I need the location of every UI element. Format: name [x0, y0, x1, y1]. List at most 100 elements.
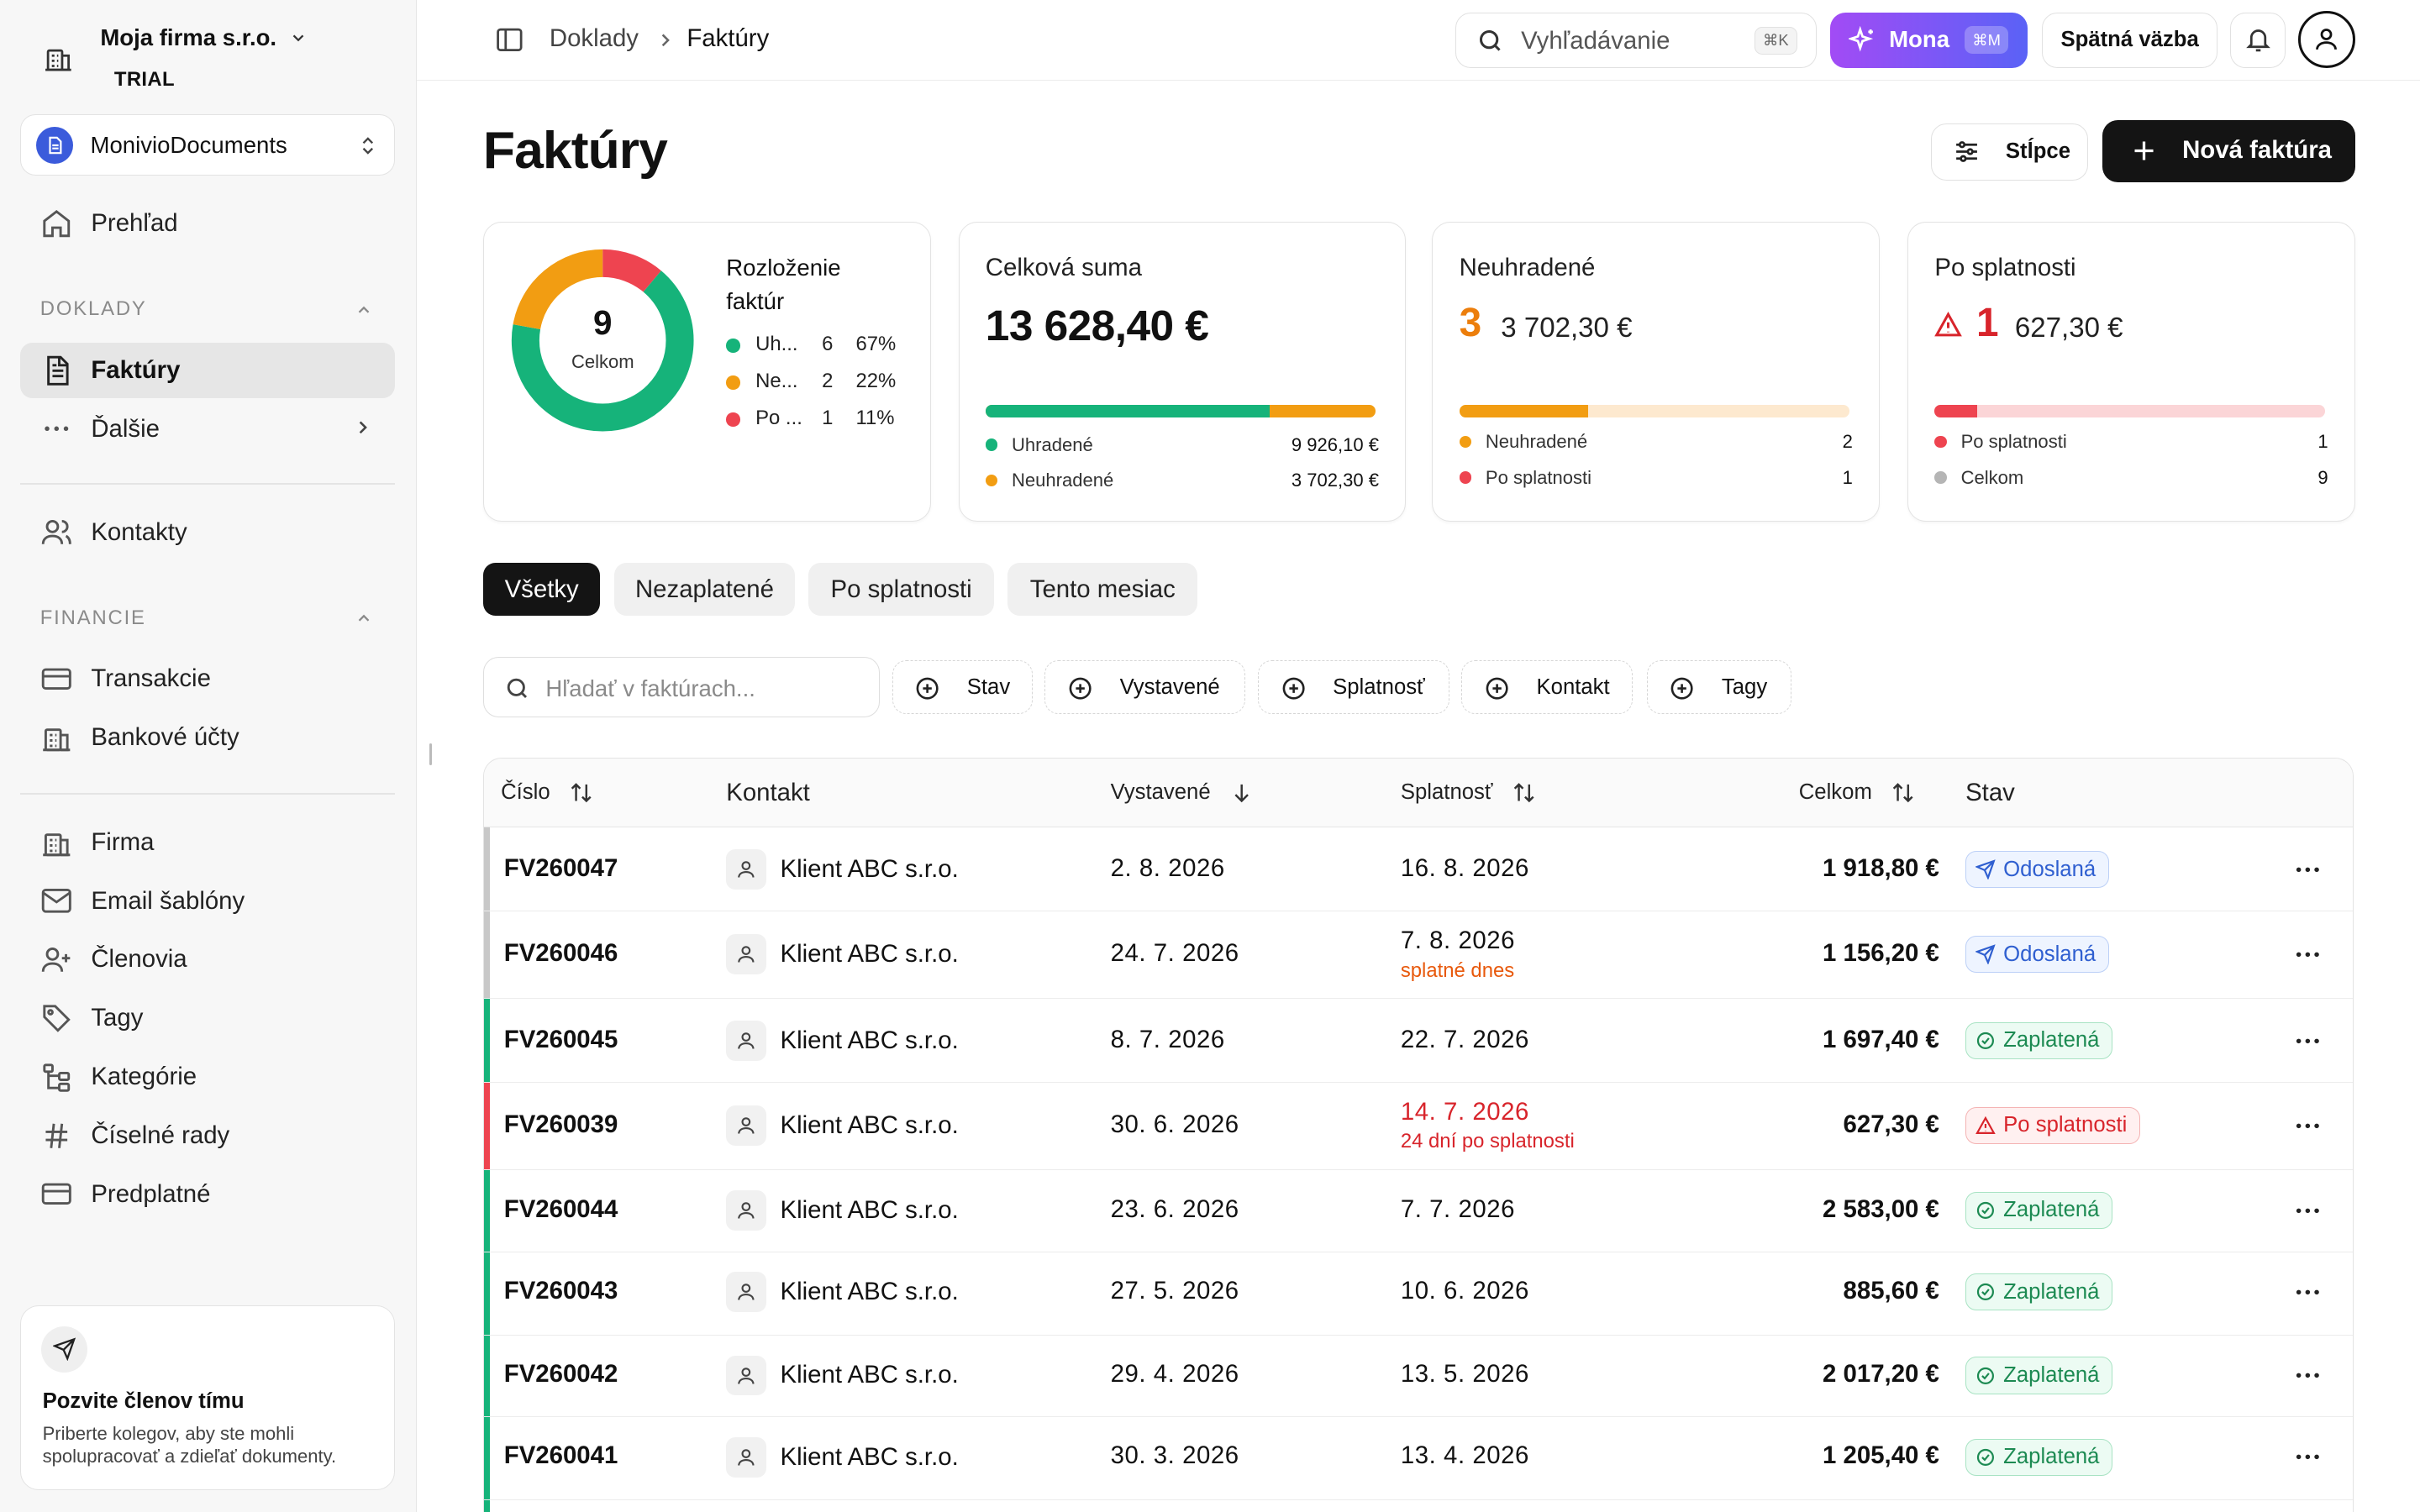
breadcrumb-doklady[interactable]: Doklady — [550, 24, 639, 53]
tab-unpaid[interactable]: Nezaplatené — [614, 563, 795, 616]
more-icon[interactable] — [2292, 1360, 2323, 1391]
more-icon[interactable] — [2292, 1195, 2323, 1226]
table-row[interactable]: FV260042 Klient ABC s.r.o. 29. 4. 2026 1… — [483, 1335, 2353, 1418]
sidebar-resize-handle[interactable] — [429, 743, 433, 765]
sidebar-item-members[interactable]: Členovia — [20, 932, 395, 987]
status-badge: Zaplatená — [1965, 1191, 2113, 1229]
mona-ai-button[interactable]: Mona ⌘M — [1830, 12, 2028, 68]
tab-overdue[interactable]: Po splatnosti — [808, 563, 994, 616]
th-status[interactable]: Stav — [1965, 779, 2015, 807]
invoice-contact[interactable]: Klient ABC s.r.o. — [726, 1355, 959, 1396]
invoice-contact[interactable]: Klient ABC s.r.o. — [726, 934, 959, 974]
filter-label: Vystavené — [1119, 675, 1220, 699]
th-contact[interactable]: Kontakt — [726, 779, 810, 807]
invoice-contact[interactable]: Klient ABC s.r.o. — [726, 1190, 959, 1231]
sidebar-item-invoices[interactable]: Faktúry — [19, 342, 396, 398]
company-switcher[interactable]: Moja firma s.r.o. TRIAL — [22, 15, 392, 96]
sidebar-item-email-templates[interactable]: Email šablóny — [20, 874, 395, 929]
invoice-search-input[interactable]: Hľadať v faktúrach... — [482, 657, 880, 718]
sidebar-item-number-series[interactable]: Číselné rady — [20, 1108, 395, 1163]
table-row[interactable]: FV260045 Klient ABC s.r.o. 8. 7. 2026 22… — [483, 999, 2353, 1083]
filter-status-button[interactable]: Stav — [892, 660, 1033, 715]
tab-all[interactable]: Všetky — [482, 563, 601, 616]
distribution-card: 9 Celkom Rozloženie faktúr Uh... 6 67% N… — [482, 222, 931, 522]
send-icon — [40, 1326, 87, 1373]
overdue-bar-fill — [1934, 405, 1978, 417]
table-row[interactable]: FV260041 Klient ABC s.r.o. 30. 3. 2026 1… — [483, 1417, 2353, 1501]
invoice-number[interactable]: FV260044 — [504, 1195, 618, 1224]
invoice-contact[interactable]: Klient ABC s.r.o. — [726, 849, 959, 890]
total-sum-unpaid-value: 3 702,30 € — [1291, 470, 1379, 491]
unpaid-count: 3 — [1459, 301, 1482, 346]
due-note: 24 dní po splatnosti — [1400, 1130, 1575, 1153]
company-name[interactable]: Moja firma s.r.o. — [100, 24, 307, 51]
table-row[interactable]: FV260044 Klient ABC s.r.o. 23. 6. 2026 7… — [483, 1170, 2353, 1252]
sidebar-item-subscription[interactable]: Predplatné — [20, 1167, 395, 1222]
th-issued[interactable]: Vystavené — [1111, 780, 1254, 805]
filter-issued-button[interactable]: Vystavené — [1044, 660, 1246, 715]
section-header-finance[interactable]: FINANCIE — [40, 606, 370, 630]
new-invoice-button[interactable]: Nová faktúra — [2102, 120, 2355, 182]
table-row[interactable]: FV260043 Klient ABC s.r.o. 27. 5. 2026 1… — [483, 1252, 2353, 1336]
check-circle-icon — [1976, 1284, 1995, 1301]
sidebar-toggle-icon[interactable] — [494, 24, 525, 55]
more-icon[interactable] — [2292, 939, 2323, 970]
workspace-switcher[interactable]: MonivioDocuments — [19, 113, 396, 176]
invoice-number[interactable]: FV260045 — [504, 1026, 618, 1054]
invoice-due: 14. 7. 2026 — [1400, 1097, 1529, 1126]
user-avatar[interactable] — [2297, 10, 2355, 68]
invoice-contact[interactable]: Klient ABC s.r.o. — [726, 1021, 959, 1061]
global-search[interactable]: Vyhľadávanie ⌘K — [1455, 12, 1817, 68]
invoice-number[interactable]: FV260039 — [504, 1110, 618, 1139]
table-row[interactable]: FV260047 Klient ABC s.r.o. 2. 8. 2026 16… — [483, 827, 2353, 911]
filter-due-button[interactable]: Splatnosť — [1257, 660, 1449, 715]
invoice-number[interactable]: FV260041 — [504, 1441, 618, 1470]
columns-label: Stĺpce — [2005, 139, 2070, 164]
invoice-issued: 27. 5. 2026 — [1110, 1276, 1239, 1305]
sidebar-item-company[interactable]: Firma — [20, 815, 395, 870]
legend-dot — [726, 339, 740, 353]
sidebar-item-overview[interactable]: Prehľad — [20, 196, 395, 251]
more-icon[interactable] — [2292, 854, 2323, 885]
more-icon[interactable] — [2292, 1110, 2323, 1142]
sidebar-item-label: Prehľad — [91, 209, 178, 238]
invoice-number[interactable]: FV260046 — [504, 939, 618, 968]
th-total[interactable]: Celkom — [1799, 780, 1916, 805]
invoice-contact[interactable]: Klient ABC s.r.o. — [726, 1272, 959, 1313]
overdue-amount: 627,30 € — [2014, 312, 2123, 344]
invoice-contact[interactable]: Klient ABC s.r.o. — [726, 1105, 959, 1146]
invoice-number[interactable]: FV260047 — [504, 854, 618, 883]
chevron-up-down-icon — [362, 137, 374, 155]
filter-contact-button[interactable]: Kontakt — [1461, 660, 1634, 715]
more-icon[interactable] — [2292, 1277, 2323, 1308]
sidebar-item-tags[interactable]: Tagy — [20, 990, 395, 1046]
more-icon[interactable] — [2292, 1441, 2323, 1473]
th-due[interactable]: Splatnosť — [1401, 780, 1536, 805]
columns-button[interactable]: Stĺpce — [1930, 123, 2089, 181]
tab-this-month[interactable]: Tento mesiac — [1007, 563, 1198, 616]
section-header-doklady[interactable]: DOKLADY — [40, 297, 370, 321]
invoice-number[interactable]: FV260042 — [504, 1360, 618, 1389]
row-status-stripe — [483, 1170, 491, 1252]
invoice-number[interactable]: FV260043 — [504, 1277, 618, 1305]
credit-card-icon — [41, 668, 71, 690]
notifications-button[interactable] — [2230, 12, 2286, 68]
sidebar-item-bank-accounts[interactable]: Bankové účty — [20, 710, 395, 765]
sidebar-item-contacts[interactable]: Kontakty — [20, 505, 395, 560]
row-status-stripe — [483, 1500, 491, 1512]
sidebar-item-transactions[interactable]: Transakcie — [20, 651, 395, 706]
feedback-button[interactable]: Spätná väzba — [2041, 12, 2218, 68]
th-number[interactable]: Číslo — [501, 780, 593, 805]
legend-dot — [726, 412, 740, 427]
th-label: Vystavené — [1110, 780, 1211, 804]
invite-team-card[interactable]: Pozvite členov tímu Priberte kolegov, ab… — [19, 1305, 396, 1491]
table-row[interactable]: FV260039 Klient ABC s.r.o. 30. 6. 2026 1… — [483, 1082, 2353, 1171]
invoice-contact[interactable]: Klient ABC s.r.o. — [726, 1436, 959, 1478]
app-root: Moja firma s.r.o. TRIAL MonivioDocuments… — [0, 0, 2420, 1512]
more-icon[interactable] — [2292, 1026, 2323, 1057]
filter-tags-button[interactable]: Tagy — [1646, 660, 1792, 715]
total-sum-bar — [985, 405, 1376, 417]
table-row[interactable]: FV260046 Klient ABC s.r.o. 24. 7. 2026 7… — [483, 911, 2353, 1000]
sidebar-item-categories[interactable]: Kategórie — [20, 1049, 395, 1105]
sidebar-item-more[interactable]: Ďalšie — [20, 402, 395, 457]
